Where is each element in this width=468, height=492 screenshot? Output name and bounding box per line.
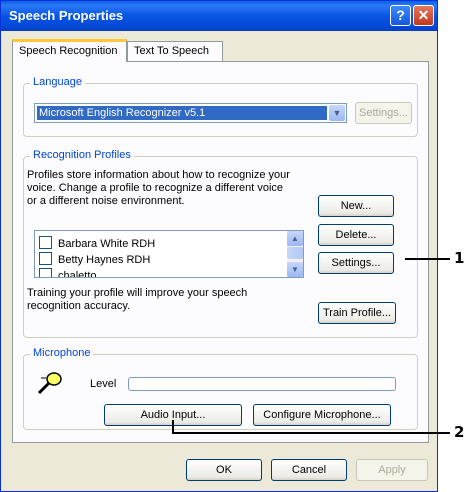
training-text-line-1: Training your profile will improve your … (27, 287, 248, 299)
language-group: Language Microsoft English Recognizer v5… (23, 76, 418, 137)
speech-properties-window: Speech Properties ? ✕ Speech Recognition… (0, 0, 438, 492)
recognition-profiles-group: Recognition Profiles Profiles store info… (23, 149, 418, 338)
profile-settings-button[interactable]: Settings... (318, 252, 394, 274)
ok-button[interactable]: OK (186, 459, 262, 481)
profile-name: Barbara White RDH (58, 238, 156, 250)
profiles-description-line-3: or a different noise environment. (27, 195, 185, 207)
profiles-description-line-1: Profiles store information about how to … (27, 169, 290, 181)
help-button[interactable]: ? (390, 5, 411, 26)
callout-line-1 (405, 258, 450, 260)
profile-name: Betty Haynes RDH (58, 254, 151, 266)
list-item[interactable]: Barbara White RDH (39, 236, 155, 252)
microphone-group-label: Microphone (30, 347, 94, 359)
profiles-list[interactable]: Barbara White RDH Betty Haynes RDH chale… (34, 230, 304, 278)
callout-number-2: 2 (454, 423, 465, 441)
engine-dropdown-value: Microsoft English Recognizer v5.1 (37, 106, 327, 120)
cancel-button[interactable]: Cancel (271, 459, 347, 481)
level-label: Level (90, 378, 117, 390)
training-text-line-2: recognition accuracy. (27, 300, 131, 312)
language-group-label: Language (30, 76, 85, 88)
microphone-group: Microphone Level Audio Input... Configur… (23, 347, 418, 430)
list-item[interactable]: Betty Haynes RDH (39, 252, 150, 268)
title-bar[interactable]: Speech Properties ? ✕ (1, 1, 437, 31)
train-profile-button[interactable]: Train Profile... (318, 302, 396, 324)
close-button[interactable]: ✕ (413, 5, 434, 26)
delete-profile-button[interactable]: Delete... (318, 224, 394, 246)
callout-line-2 (172, 432, 450, 434)
profile-checkbox[interactable] (39, 268, 52, 277)
configure-microphone-button[interactable]: Configure Microphone... (253, 404, 391, 426)
chevron-down-icon[interactable]: ▼ (329, 105, 345, 121)
profiles-description-line-2: voice. Change a profile to recognize a d… (27, 182, 284, 194)
profiles-group-label: Recognition Profiles (30, 149, 134, 161)
callout-number-1: 1 (454, 249, 465, 267)
profile-checkbox[interactable] (39, 236, 52, 249)
scroll-thumb[interactable] (287, 247, 303, 259)
scroll-down-icon[interactable]: ▼ (287, 262, 303, 277)
tab-speech-recognition[interactable]: Speech Recognition (12, 39, 127, 62)
profile-name: chaletto (58, 270, 97, 278)
microphone-icon (36, 371, 64, 395)
tab-text-to-speech[interactable]: Text To Speech (127, 41, 223, 61)
level-meter (128, 377, 396, 391)
profiles-scrollbar[interactable]: ▲ ▼ (287, 231, 303, 277)
language-settings-button[interactable]: Settings... (355, 102, 412, 124)
apply-button[interactable]: Apply (356, 459, 428, 481)
window-title: Speech Properties (9, 8, 124, 23)
tab-panel: Language Microsoft English Recognizer v5… (12, 61, 429, 443)
new-profile-button[interactable]: New... (318, 195, 394, 217)
engine-dropdown[interactable]: Microsoft English Recognizer v5.1 ▼ (34, 103, 347, 123)
profile-checkbox[interactable] (39, 252, 52, 265)
list-item[interactable]: chaletto (39, 268, 97, 278)
scroll-up-icon[interactable]: ▲ (287, 231, 303, 246)
